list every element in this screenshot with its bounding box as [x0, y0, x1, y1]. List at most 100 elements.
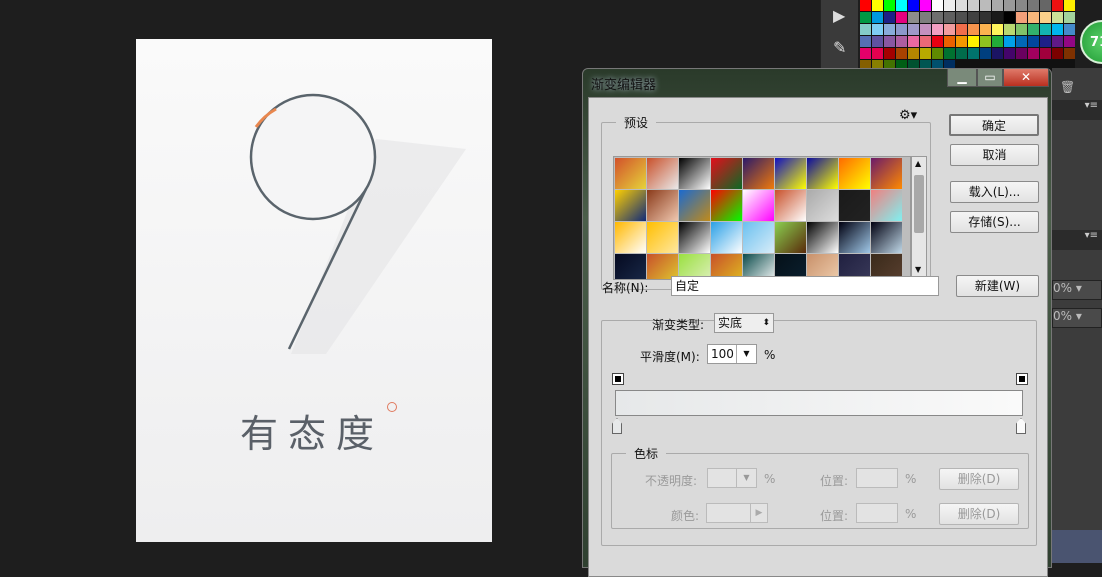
color-swatch[interactable] — [1004, 0, 1015, 11]
gradient-preset[interactable] — [839, 158, 870, 189]
smoothness-input[interactable]: 100 ▼ — [707, 344, 757, 364]
color-swatch[interactable] — [932, 24, 943, 35]
gradient-preset[interactable] — [647, 158, 678, 189]
color-swatch[interactable] — [884, 36, 895, 47]
color-swatch[interactable] — [908, 0, 919, 11]
color-swatch[interactable] — [968, 48, 979, 59]
color-swatch[interactable] — [920, 24, 931, 35]
color-swatch[interactable] — [980, 24, 991, 35]
color-swatch[interactable] — [992, 36, 1003, 47]
color-swatch[interactable] — [968, 36, 979, 47]
gradient-preset[interactable] — [615, 190, 646, 221]
gradient-type-select[interactable]: 实底 ⬍ — [714, 313, 774, 333]
color-swatch[interactable] — [980, 48, 991, 59]
color-swatch[interactable] — [1040, 12, 1051, 23]
gradient-preset[interactable] — [743, 158, 774, 189]
color-swatch[interactable] — [872, 12, 883, 23]
close-button[interactable]: ✕ — [1003, 69, 1049, 87]
gradient-preset[interactable] — [839, 222, 870, 253]
color-swatch[interactable] — [920, 0, 931, 11]
color-swatch[interactable] — [1040, 0, 1051, 11]
gear-icon[interactable]: ⚙▾ — [899, 108, 917, 123]
panel-menu-icon[interactable]: ▾≡ — [1052, 230, 1102, 250]
color-swatch[interactable] — [1064, 0, 1075, 11]
color-swatch[interactable] — [956, 24, 967, 35]
color-swatch[interactable] — [872, 48, 883, 59]
color-swatch[interactable] — [956, 48, 967, 59]
gradient-preset[interactable] — [775, 222, 806, 253]
color-swatch[interactable] — [920, 12, 931, 23]
gradient-preset[interactable] — [839, 190, 870, 221]
color-swatch[interactable] — [956, 12, 967, 23]
color-swatch[interactable] — [1016, 24, 1027, 35]
color-swatch[interactable] — [1064, 48, 1075, 59]
color-swatch[interactable] — [884, 12, 895, 23]
color-swatch[interactable] — [980, 36, 991, 47]
color-swatch[interactable] — [1028, 12, 1039, 23]
gradient-preset[interactable] — [807, 222, 838, 253]
gradient-preset[interactable] — [711, 158, 742, 189]
gradient-preset[interactable] — [647, 190, 678, 221]
color-swatch[interactable] — [968, 24, 979, 35]
color-swatch[interactable] — [944, 24, 955, 35]
color-swatch[interactable] — [992, 12, 1003, 23]
gradient-preset[interactable] — [711, 222, 742, 253]
color-swatch[interactable] — [896, 48, 907, 59]
color-swatch[interactable] — [1004, 36, 1015, 47]
gradient-preset[interactable] — [775, 158, 806, 189]
color-swatch[interactable] — [932, 48, 943, 59]
gradient-preset[interactable] — [615, 222, 646, 253]
gradient-preset[interactable] — [679, 222, 710, 253]
color-swatch[interactable] — [896, 24, 907, 35]
color-swatch[interactable] — [860, 0, 871, 11]
presets-scrollbar[interactable]: ▲ ▼ — [911, 156, 927, 280]
gradient-preset[interactable] — [807, 158, 838, 189]
brush-icon[interactable]: ✎ — [833, 38, 846, 57]
opacity-field[interactable]: 0% ▾ — [1052, 280, 1102, 300]
color-swatch[interactable] — [1040, 36, 1051, 47]
minimize-button[interactable]: ▁ — [947, 69, 977, 87]
gradient-preset[interactable] — [647, 222, 678, 253]
color-swatch[interactable] — [1004, 48, 1015, 59]
color-swatch[interactable] — [992, 0, 1003, 11]
gradient-bar[interactable] — [615, 390, 1023, 416]
color-swatch[interactable] — [1004, 12, 1015, 23]
color-swatch[interactable] — [1064, 36, 1075, 47]
gradient-preset[interactable] — [743, 222, 774, 253]
color-swatch[interactable] — [1004, 24, 1015, 35]
color-swatch[interactable] — [860, 36, 871, 47]
trash-icon[interactable]: 🗑 — [1060, 80, 1075, 94]
ok-button[interactable]: 确定 — [949, 114, 1039, 136]
name-input[interactable]: 自定 — [671, 276, 939, 296]
color-swatch[interactable] — [1052, 12, 1063, 23]
play-icon[interactable]: ▶ — [833, 6, 845, 25]
dropdown-icon[interactable]: ▼ — [736, 345, 756, 363]
color-swatch[interactable] — [1028, 0, 1039, 11]
color-swatch[interactable] — [896, 0, 907, 11]
color-swatch[interactable] — [872, 0, 883, 11]
color-swatch[interactable] — [1016, 36, 1027, 47]
color-swatch[interactable] — [884, 48, 895, 59]
color-swatch[interactable] — [1028, 48, 1039, 59]
color-swatch[interactable] — [872, 24, 883, 35]
save-button[interactable]: 存储(S)... — [950, 211, 1039, 233]
gradient-preset[interactable] — [775, 190, 806, 221]
color-swatch[interactable] — [1052, 36, 1063, 47]
gradient-preset[interactable] — [615, 254, 646, 279]
color-swatch[interactable] — [860, 12, 871, 23]
gradient-preset[interactable] — [871, 158, 902, 189]
color-swatch[interactable] — [1040, 24, 1051, 35]
scroll-down-icon[interactable]: ▼ — [915, 265, 921, 274]
gradient-preset[interactable] — [807, 190, 838, 221]
color-swatch[interactable] — [1052, 48, 1063, 59]
color-swatch[interactable] — [944, 0, 955, 11]
color-swatch[interactable] — [884, 0, 895, 11]
color-swatch[interactable] — [932, 12, 943, 23]
color-swatch[interactable] — [920, 36, 931, 47]
color-swatch[interactable] — [992, 24, 1003, 35]
layer-selected[interactable] — [1052, 530, 1102, 563]
gradient-preset[interactable] — [679, 190, 710, 221]
scroll-thumb[interactable] — [914, 175, 924, 233]
gradient-preset[interactable] — [871, 222, 902, 253]
color-swatch[interactable] — [1064, 24, 1075, 35]
